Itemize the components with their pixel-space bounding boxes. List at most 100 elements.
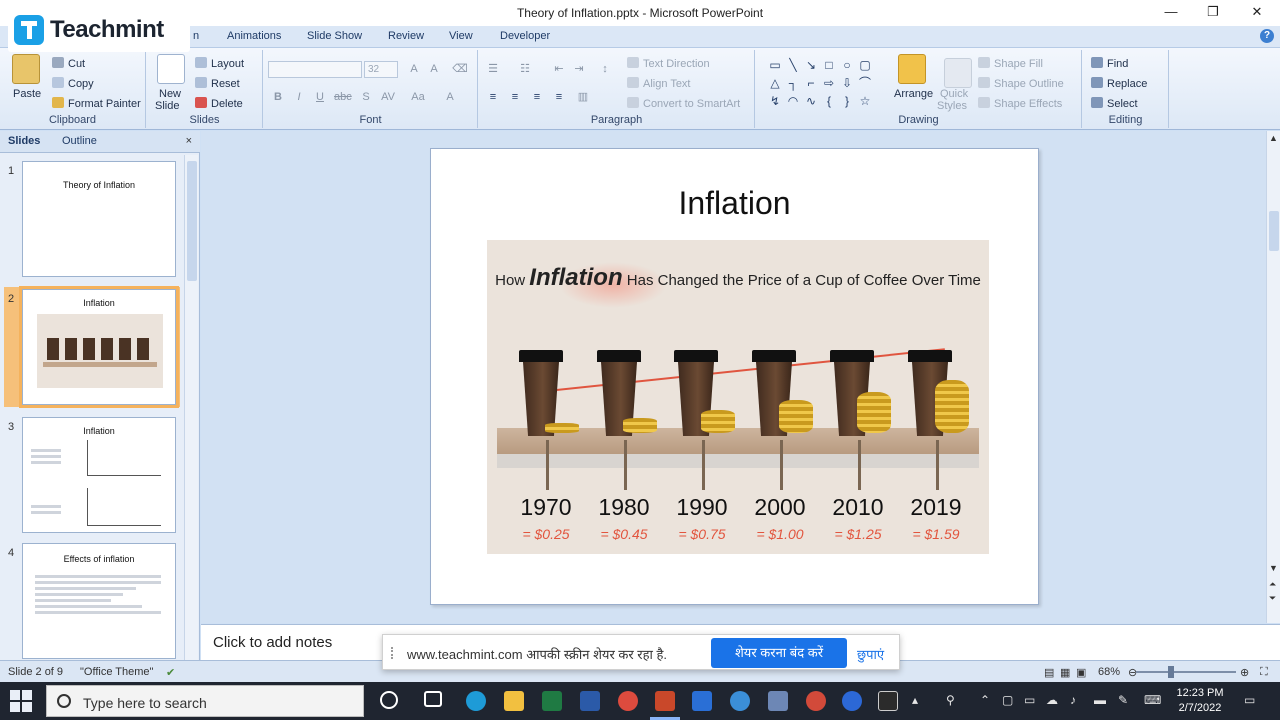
convert-smartart-button[interactable]: Convert to SmartArt [627,97,740,110]
zoom-in-icon[interactable]: ⊕ [1240,666,1249,679]
coffee-inflation-infographic[interactable]: How Inflation Has Changed the Price of a… [487,240,989,554]
slide-thumbnail-3[interactable]: Inflation [22,417,176,533]
tab-slides[interactable]: Slides [8,135,40,147]
right-arrow-shape-icon[interactable]: ⇨ [820,74,838,92]
font-color-icon[interactable]: A [442,90,458,105]
powerpoint-icon[interactable] [655,691,675,711]
display-icon[interactable]: ▭ [1024,693,1035,707]
triangle-shape-icon[interactable]: △ [766,74,784,92]
slide-thumbnail-1[interactable]: Theory of Inflation [22,161,176,277]
increase-indent-icon[interactable]: ⇥ [571,62,587,77]
calculator-icon[interactable] [768,691,788,711]
system-clock[interactable]: 12:23 PM 2/7/2022 [1170,686,1230,716]
down-arrow-shape-icon[interactable]: ⇩ [838,74,856,92]
slide-thumbnail-2[interactable]: Inflation [22,289,176,405]
close-pane-icon[interactable]: × [186,135,192,147]
font-name-box[interactable] [268,61,362,78]
tab-design[interactable]: n [193,30,199,42]
replace-button[interactable]: Replace [1091,77,1147,90]
canvas-scroll-thumb[interactable] [1269,211,1279,251]
shapes-gallery[interactable]: ▭ ╲ ↘ □ ○ ▢ △ ┐ ⌐ ⇨ ⇩ ⌒ ↯ ◠ ∿{} ☆ [766,56,886,110]
app-icon[interactable] [806,691,826,711]
text-direction-button[interactable]: Text Direction [627,57,710,70]
prev-slide-icon[interactable]: ⏶ [1269,579,1276,590]
scroll-up-icon[interactable]: ▲ [1269,133,1278,143]
wave-shape-icon[interactable]: ∿ [802,92,820,110]
notes-placeholder[interactable]: Click to add notes [213,634,332,651]
cloud-icon[interactable]: ☁ [1046,693,1058,707]
elbow-shape-icon[interactable]: ┐ [784,74,802,92]
arc-shape-icon[interactable]: ◠ [784,92,802,110]
grow-font-icon[interactable]: A [406,62,422,77]
bold-icon[interactable]: B [270,90,286,105]
tray-scroll-icon[interactable]: ▴ [912,693,918,707]
word-icon[interactable] [580,691,600,711]
people-icon[interactable]: ⚲ [946,693,955,707]
cortana-icon[interactable] [380,691,398,709]
curve-shape-icon[interactable]: ⌒ [856,74,874,92]
pen-icon[interactable]: ✎ [1118,693,1128,707]
zoom-level[interactable]: 68% [1098,666,1120,678]
select-button[interactable]: Select [1091,97,1138,110]
next-slide-icon[interactable]: ⏷ [1269,593,1276,604]
slides-pane-scroll-thumb[interactable] [187,161,197,281]
rectangle-shape-icon[interactable]: □ [820,56,838,74]
shape-outline-button[interactable]: Shape Outline [978,77,1064,90]
shape-effects-button[interactable]: Shape Effects [978,97,1062,110]
format-painter-button[interactable]: Format Painter [52,97,141,110]
new-slide-label-2[interactable]: Slide [155,100,179,112]
find-button[interactable]: Find [1091,57,1128,70]
quick-styles-label-2[interactable]: Styles [937,100,967,112]
battery-icon[interactable]: ▬ [1094,693,1106,707]
line-spacing-icon[interactable]: ↕ [597,62,613,77]
globe-icon[interactable] [730,691,750,711]
hide-banner-link[interactable]: छुपाएं [857,645,884,663]
minimize-button[interactable]: — [1150,0,1192,26]
restore-button[interactable]: ❐ [1192,0,1234,26]
quick-styles-label-1[interactable]: Quick [940,88,968,100]
strikethrough-icon[interactable]: abc [334,90,352,105]
layout-button[interactable]: Layout [195,57,244,70]
fit-window-icon[interactable]: ⛶ [1260,666,1268,679]
slide-title[interactable]: Inflation [431,185,1038,222]
tab-developer[interactable]: Developer [500,30,550,42]
underline-icon[interactable]: U [312,90,328,105]
bullets-icon[interactable]: ☰ [485,62,501,77]
taskbar-search[interactable]: Type here to search [46,685,364,717]
keyboard-icon[interactable]: ⌨ [1144,693,1161,707]
brace-right-shape-icon[interactable]: } [838,92,856,110]
bluetooth-icon[interactable] [842,691,862,711]
brace-left-shape-icon[interactable]: { [820,92,838,110]
zoom-slider[interactable] [1136,671,1236,673]
shrink-font-icon[interactable]: A [426,62,442,77]
rounded-rect-shape-icon[interactable]: ▢ [856,56,874,74]
line-shape-icon[interactable]: ╲ [784,56,802,74]
shape-fill-button[interactable]: Shape Fill [978,57,1043,70]
slideshow-view-icon[interactable]: ▣ [1076,666,1086,679]
numbering-icon[interactable]: ☷ [517,62,533,77]
chrome-icon[interactable] [618,691,638,711]
shadow-icon[interactable]: S [358,90,374,105]
paste-button[interactable]: Paste [13,88,41,100]
connector-shape-icon[interactable]: ⌐ [802,74,820,92]
edge-icon[interactable] [466,691,486,711]
zoom-slider-knob[interactable] [1168,666,1174,678]
char-spacing-icon[interactable]: AV [380,90,396,105]
help-icon[interactable]: ? [1260,29,1274,43]
tab-review[interactable]: Review [388,30,424,42]
font-size-box[interactable]: 32 [364,61,398,78]
columns-icon[interactable]: ▥ [575,90,591,105]
volume-icon[interactable]: ♪ [1070,693,1076,707]
sorter-view-icon[interactable]: ▦ [1060,666,1070,679]
notifications-icon[interactable]: ▭ [1244,693,1255,707]
new-slide-label-1[interactable]: New [159,88,181,100]
current-slide[interactable]: Inflation How Inflation Has Changed the … [430,148,1039,605]
stop-sharing-button[interactable]: शेयर करना बंद करें [711,638,847,668]
slide-thumbnail-4[interactable]: Effects of inflation [22,543,176,659]
change-case-icon[interactable]: Aa [410,90,426,105]
delete-button[interactable]: Delete [195,97,243,110]
tab-view[interactable]: View [449,30,473,42]
drag-handle-icon[interactable] [391,647,397,659]
reset-button[interactable]: Reset [195,77,240,90]
justify-icon[interactable]: ≡ [551,90,567,105]
